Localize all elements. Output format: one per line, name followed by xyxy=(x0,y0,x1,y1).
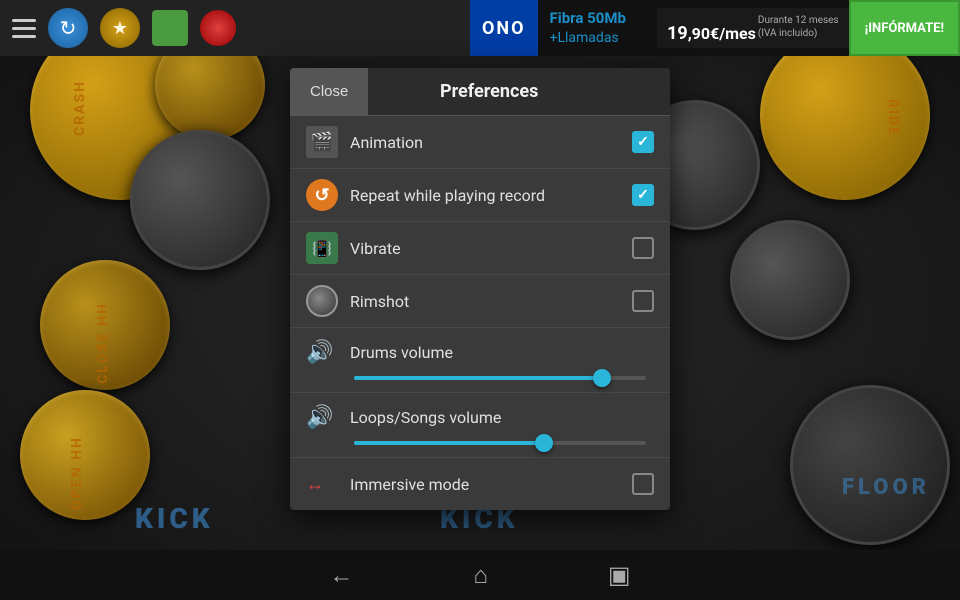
hamburger-line3 xyxy=(12,35,36,38)
vibrate-row: 📳 Vibrate xyxy=(290,222,670,275)
green-button[interactable] xyxy=(152,10,188,46)
immersive-label: Immersive mode xyxy=(350,475,620,494)
ad-tagline2: +Llamadas xyxy=(550,29,646,49)
repeat-checkbox[interactable] xyxy=(632,184,654,206)
animation-checkbox[interactable] xyxy=(632,131,654,153)
loops-volume-fill xyxy=(354,441,544,445)
star-button[interactable]: ★ xyxy=(100,8,140,48)
repeat-label: Repeat while playing record xyxy=(350,186,620,205)
ad-brand: ONO xyxy=(470,0,538,56)
immersive-icon: ↔ xyxy=(306,468,338,500)
menu-button[interactable] xyxy=(12,19,36,38)
reload-button[interactable]: ↻ xyxy=(48,8,88,48)
loops-volume-label-row: 🔊 Loops/Songs volume xyxy=(306,401,654,433)
animation-label: Animation xyxy=(350,133,620,152)
drums-volume-thumb[interactable] xyxy=(593,369,611,387)
drums-volume-track[interactable] xyxy=(354,376,646,380)
record-button[interactable] xyxy=(200,10,236,46)
rimshot-icon xyxy=(306,285,338,317)
bottom-nav: ← ⌂ ▣ xyxy=(0,550,960,600)
home-button[interactable]: ⌂ xyxy=(473,561,488,590)
rimshot-checkbox[interactable] xyxy=(632,290,654,312)
preferences-overlay: Close Preferences Animation ↺ Repeat whi… xyxy=(0,56,960,550)
loops-volume-row: 🔊 Loops/Songs volume xyxy=(290,393,670,458)
ad-price-note: Durante 12 meses (IVA incluido) xyxy=(758,14,839,40)
repeat-icon: ↺ xyxy=(306,179,338,211)
hamburger-line1 xyxy=(12,19,36,22)
animation-row: Animation xyxy=(290,116,670,169)
preferences-title: Preferences xyxy=(368,81,670,102)
back-button[interactable]: ← xyxy=(329,561,353,590)
ad-price-dec: ,90€/mes xyxy=(688,24,756,43)
preferences-header: Close Preferences xyxy=(290,68,670,116)
immersive-row: ↔ Immersive mode xyxy=(290,458,670,510)
ad-tagline1: Fibra 50Mb xyxy=(550,8,646,29)
ad-text: Fibra 50Mb +Llamadas xyxy=(538,2,658,55)
drums-volume-label-row: 🔊 Drums volume xyxy=(306,336,654,368)
drums-volume-label: Drums volume xyxy=(350,343,654,362)
ad-price-int: 19,90€/mes xyxy=(667,12,756,44)
loops-volume-icon: 🔊 xyxy=(306,401,338,433)
hamburger-line2 xyxy=(12,27,36,30)
close-button[interactable]: Close xyxy=(290,68,368,115)
rimshot-label: Rimshot xyxy=(350,292,620,311)
vibrate-icon: 📳 xyxy=(306,232,338,264)
repeat-row: ↺ Repeat while playing record xyxy=(290,169,670,222)
drums-volume-icon: 🔊 xyxy=(306,336,338,368)
preferences-panel: Close Preferences Animation ↺ Repeat whi… xyxy=(290,68,670,510)
ad-price-block: 19,90€/mes Durante 12 meses (IVA incluid… xyxy=(657,8,849,48)
ad-banner: ONO Fibra 50Mb +Llamadas 19,90€/mes Dura… xyxy=(470,0,960,56)
vibrate-checkbox[interactable] xyxy=(632,237,654,259)
top-bar-left: ↻ ★ xyxy=(12,8,236,48)
ad-cta-button[interactable]: ¡INFÓRMATE! xyxy=(849,0,960,56)
recent-button[interactable]: ▣ xyxy=(608,561,631,589)
immersive-checkbox[interactable] xyxy=(632,473,654,495)
top-bar: ↻ ★ ONO Fibra 50Mb +Llamadas 19,90€/mes … xyxy=(0,0,960,56)
rimshot-row: Rimshot xyxy=(290,275,670,328)
loops-volume-track[interactable] xyxy=(354,441,646,445)
vibrate-label: Vibrate xyxy=(350,239,620,258)
drums-volume-fill xyxy=(354,376,602,380)
drums-volume-row: 🔊 Drums volume xyxy=(290,328,670,393)
loops-volume-thumb[interactable] xyxy=(535,434,553,452)
animation-icon xyxy=(306,126,338,158)
loops-volume-label: Loops/Songs volume xyxy=(350,408,654,427)
